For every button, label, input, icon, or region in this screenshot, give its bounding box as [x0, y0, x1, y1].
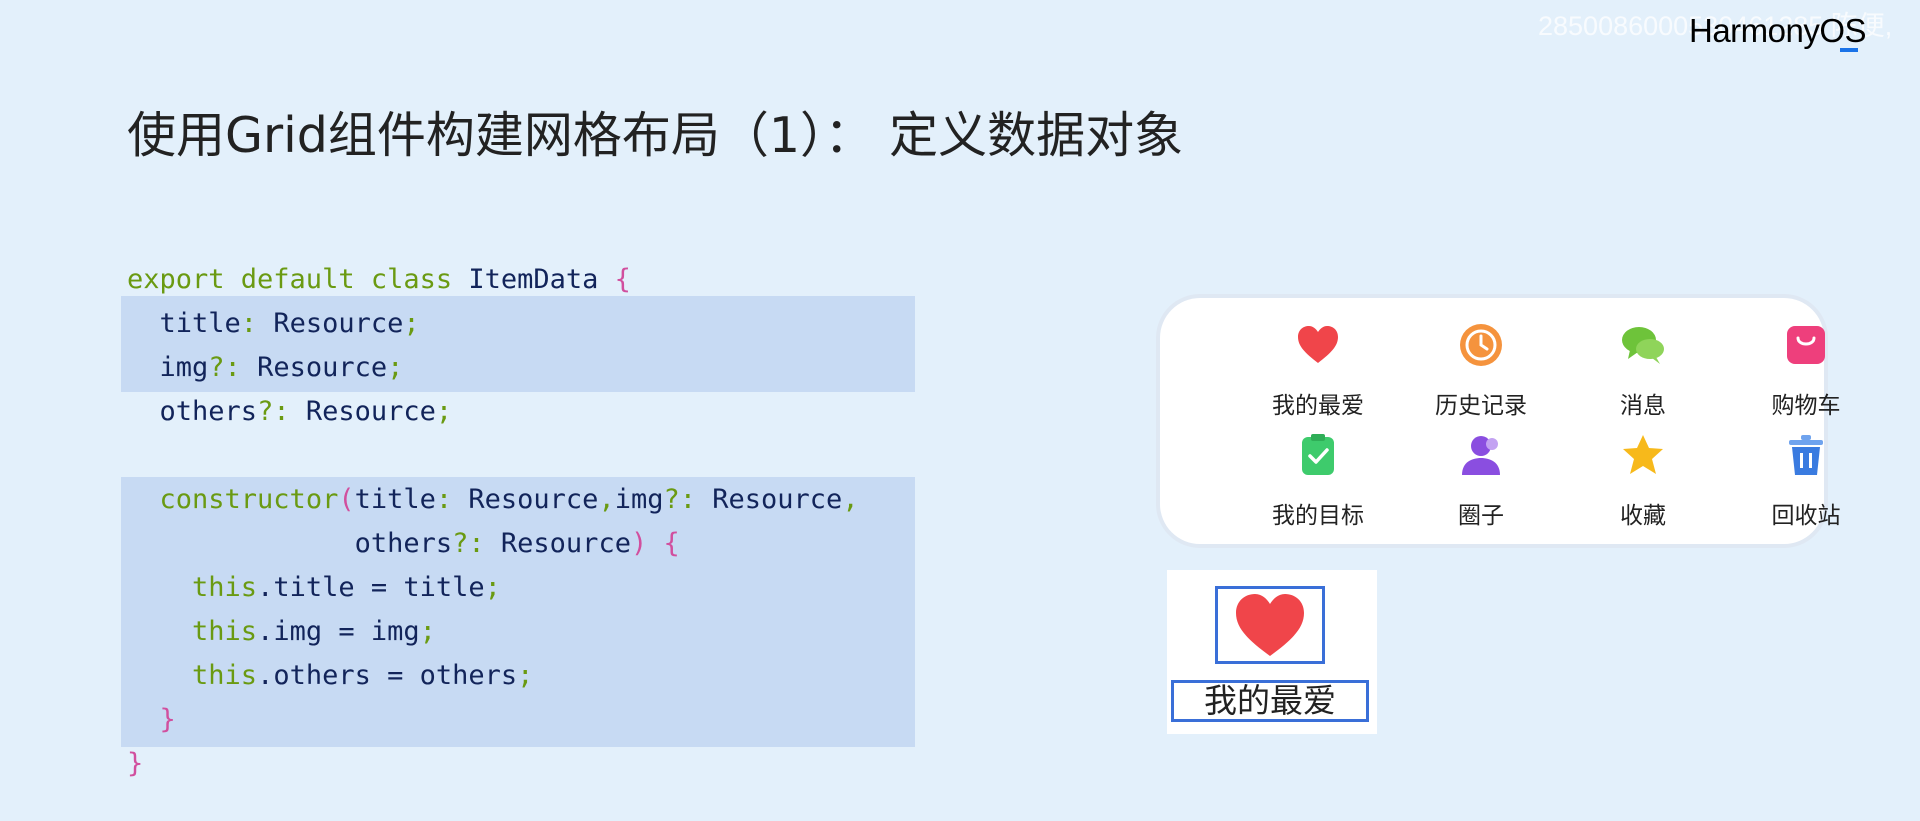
code-keyword: this	[192, 616, 258, 647]
grid-item-cart[interactable]: 购物车	[1736, 322, 1876, 420]
grid-item-label: 我的目标	[1272, 503, 1364, 529]
code-statement: .img = img	[257, 616, 420, 647]
grid-item-label: 我的最爱	[1272, 393, 1364, 419]
property-name: img	[159, 352, 209, 383]
code-line-11: }	[127, 742, 859, 786]
code-punct: ;	[387, 352, 404, 383]
title-bounds-frame: 我的最爱	[1171, 680, 1369, 722]
type-name: Resource	[257, 352, 388, 383]
page-title: 使用Grid组件构建网格布局（1）： 定义数据对象	[127, 107, 1184, 164]
grid-preview-card: 我的最爱 历史记录 消息 购物车 我的目标 圈子 收藏 回收站	[1160, 298, 1841, 544]
grid-item-label: 历史记录	[1435, 393, 1527, 419]
code-brace: {	[614, 264, 631, 295]
code-keyword: this	[192, 660, 258, 691]
code-punct: ;	[484, 572, 501, 603]
heart-icon	[1298, 326, 1338, 363]
code-brace: }	[127, 748, 144, 779]
code-line-1: export default class ItemData {	[127, 258, 859, 302]
grid-item-goals[interactable]: 我的目标	[1248, 432, 1388, 530]
property-name: others	[159, 396, 258, 427]
code-line-4: others?: Resource;	[127, 390, 859, 434]
shopping-bag-icon	[1787, 326, 1825, 364]
code-statement: .others = others	[257, 660, 518, 691]
code-brace: (	[338, 484, 355, 515]
code-block: export default class ItemData { title: R…	[127, 258, 859, 786]
grid-item-favorites[interactable]: 我的最爱	[1248, 322, 1388, 420]
grid-item-collection[interactable]: 收藏	[1573, 432, 1713, 530]
code-keyword: constructor	[159, 484, 339, 515]
grid-item-label: 消息	[1620, 393, 1666, 419]
property-name: title	[159, 308, 241, 339]
param-name: img	[614, 484, 664, 515]
code-punct: ;	[403, 308, 420, 339]
grid-item-label: 回收站	[1771, 503, 1841, 529]
code-line-6: others?: Resource) {	[127, 522, 859, 566]
code-punct: ,	[598, 484, 615, 515]
image-bounds-frame	[1215, 586, 1325, 664]
harmonyos-logo: HarmonyOS	[1689, 12, 1867, 49]
clock-icon	[1460, 324, 1502, 366]
grid-item-recycle-bin[interactable]: 回收站	[1736, 432, 1876, 530]
code-punct: ;	[435, 396, 453, 427]
param-name: others	[354, 528, 453, 559]
code-keyword: this	[192, 572, 258, 603]
code-punct: ;	[419, 616, 436, 647]
clipboard-check-icon	[1302, 434, 1334, 475]
code-punct: ;	[517, 660, 534, 691]
logo-accent-bar	[1840, 48, 1858, 52]
code-brace: )	[630, 528, 648, 559]
star-icon	[1623, 435, 1663, 474]
chat-bubble-icon	[1622, 327, 1664, 364]
code-punct: ?:	[257, 396, 306, 427]
code-line-5: constructor(title: Resource,img?: Resour…	[127, 478, 859, 522]
grid-item-circle[interactable]: 圈子	[1411, 432, 1551, 530]
grid-item-label: 圈子	[1458, 503, 1504, 529]
param-name: title	[354, 484, 436, 515]
code-punct: ?:	[663, 484, 713, 515]
code-line-8: this.img = img;	[127, 610, 859, 654]
type-name: Resource	[468, 484, 599, 515]
code-line-10: }	[127, 698, 859, 742]
type-name: Resource	[500, 528, 631, 559]
code-line-7: this.title = title;	[127, 566, 859, 610]
trash-icon	[1789, 435, 1823, 475]
class-name: ItemData	[452, 264, 615, 295]
code-punct: ?:	[452, 528, 501, 559]
code-punct: :	[240, 308, 274, 339]
grid-item-label: 收藏	[1620, 503, 1666, 529]
code-punct: ,	[842, 484, 859, 515]
code-brace: }	[159, 704, 176, 735]
type-name: Resource	[712, 484, 843, 515]
code-line-9: this.others = others;	[127, 654, 859, 698]
grid-item-history[interactable]: 历史记录	[1411, 322, 1551, 420]
code-keyword: export default class	[127, 264, 453, 295]
grid-item-label: 购物车	[1771, 393, 1841, 419]
zoomed-grid-item: 我的最爱	[1167, 570, 1377, 734]
grid-item-messages[interactable]: 消息	[1573, 322, 1713, 420]
people-icon	[1462, 436, 1500, 475]
code-brace: {	[647, 528, 680, 559]
type-name: Resource	[273, 308, 404, 339]
code-statement: .title = title	[257, 572, 485, 603]
code-punct: ?:	[208, 352, 258, 383]
code-punct: :	[435, 484, 469, 515]
type-name: Resource	[305, 396, 436, 427]
code-line-3: img?: Resource;	[127, 346, 859, 390]
code-line-2: title: Resource;	[127, 302, 859, 346]
